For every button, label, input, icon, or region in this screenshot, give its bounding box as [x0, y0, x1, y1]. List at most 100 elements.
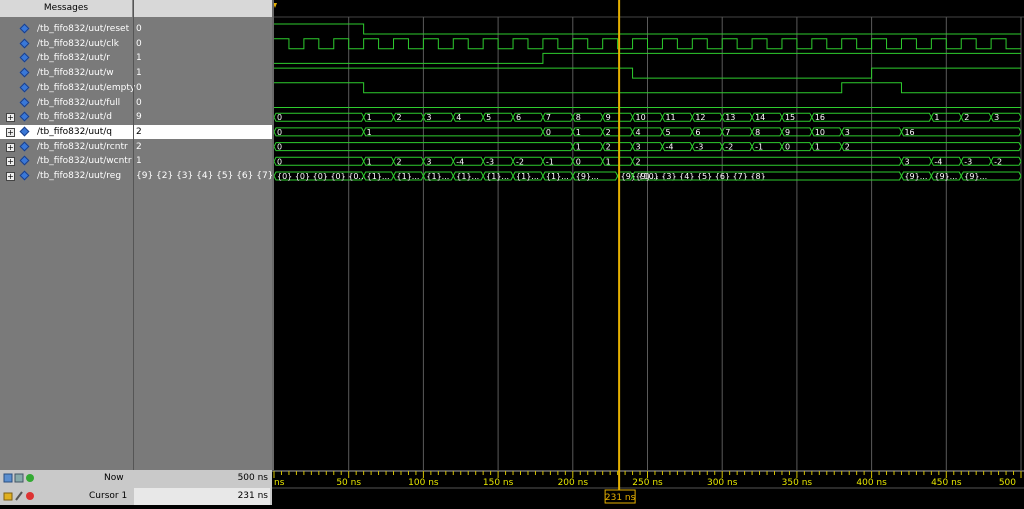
signal-diamond-icon — [19, 52, 30, 63]
bus-value: 1 — [576, 143, 581, 152]
bus-value: 1 — [576, 128, 581, 137]
cursor-row: Cursor 1 — [0, 488, 133, 505]
bus-segment — [273, 127, 365, 137]
footer-panel: Now 500 ns Cursor 1 231 ns — [0, 470, 272, 505]
bus-value: 10 — [636, 113, 646, 122]
signal-value: 0 — [136, 82, 142, 93]
bus-value: {1}... — [367, 172, 390, 181]
bus-segment — [363, 127, 544, 137]
signal-name: /tb_fifo832/uut/empty — [37, 82, 136, 93]
messages-header[interactable]: Messages — [0, 0, 133, 17]
signal-value: 9 — [136, 112, 142, 123]
bus-value: {0} {0} {0} {0} {0... — [277, 172, 366, 181]
bus-value: 9 — [785, 128, 790, 137]
signal-row[interactable]: /tb_fifo832/uut/clk 0 — [0, 37, 272, 51]
pane-divider[interactable] — [133, 0, 134, 505]
bus-value: 2 — [636, 157, 641, 166]
bus-segment — [273, 156, 365, 166]
signal-diamond-icon — [19, 67, 30, 78]
expand-icon[interactable]: + — [6, 142, 15, 152]
ruler-label: 400 ns — [856, 478, 887, 488]
signal-row[interactable]: + /tb_fifo832/uut/q 2 — [0, 124, 272, 139]
bus-value: -2 — [516, 157, 524, 166]
wave-header — [272, 0, 1024, 17]
bus-value: 1 — [934, 113, 939, 122]
signal-row[interactable]: + /tb_fifo832/uut/wcntr 1 — [0, 154, 272, 168]
expand-icon[interactable]: + — [6, 127, 15, 137]
signal-value: {9} {2} {3} {4} {5} {6} {7} {8} — [136, 171, 294, 181]
bus-value: 1 — [815, 143, 820, 152]
timeline-ruler[interactable]: ns 50 ns 100 ns 150 ns 200 ns 250 ns 300 ns 350… — [272, 470, 1024, 505]
bus-value: -3 — [695, 143, 703, 152]
signal-value: 1 — [136, 156, 142, 167]
bus-value: 10 — [815, 128, 825, 137]
bus-value: -4 — [665, 143, 673, 152]
ruler-label: ns — [274, 478, 285, 488]
signal-value: 0 — [136, 38, 142, 49]
cursor-value: 231 ns — [134, 488, 270, 505]
bus-value: 0 — [277, 128, 282, 137]
now-label: Now — [104, 473, 124, 483]
lock-icon — [3, 492, 13, 501]
bus-value: 11 — [665, 113, 675, 122]
bus-value: 0 — [785, 143, 790, 152]
cursor-badge-label: 231 ns — [605, 493, 636, 503]
bus-value: 0 — [277, 157, 282, 166]
bus-value: 2 — [606, 128, 611, 137]
signal-row[interactable]: + /tb_fifo832/uut/reg {9} {2} {3} {4} {5} … — [0, 169, 293, 183]
ruler-label: 300 ns — [707, 478, 738, 488]
bus-value: 2 — [845, 143, 850, 152]
bus-value: {9}... — [964, 172, 987, 181]
bus-value: 14 — [755, 113, 765, 122]
bus-value: 1 — [367, 113, 372, 122]
bus-value: {1}... — [486, 172, 509, 181]
expand-icon[interactable]: + — [6, 157, 15, 167]
bus-value: 8 — [576, 113, 581, 122]
signal-row[interactable]: /tb_fifo832/uut/reset 0 — [0, 22, 272, 36]
waveform-pane[interactable]: 0 1 2 3 4 5 6 7 8 9 10 11 12 13 14 15 16 1 2 30 1 0 1 2 4 5 6 7 8 9 10… — [272, 0, 1024, 470]
signal-row[interactable]: + /tb_fifo832/uut/d 9 — [0, 110, 272, 124]
cursor-label: Cursor 1 — [89, 491, 128, 501]
bus-value: 15 — [785, 113, 795, 122]
bus-value: 2 — [397, 113, 402, 122]
signal-name: /tb_fifo832/uut/wcntr — [37, 156, 132, 167]
grid-icon — [14, 473, 24, 483]
signal-row[interactable]: /tb_fifo832/uut/empty 0 — [0, 81, 272, 95]
bus-value: {1}... — [397, 172, 420, 181]
signal-row[interactable]: + /tb_fifo832/uut/rcntr 2 — [0, 140, 272, 154]
expand-icon[interactable]: + — [6, 113, 15, 123]
cursor-icons[interactable] — [3, 490, 37, 509]
signal-row[interactable]: /tb_fifo832/uut/full 0 — [0, 96, 272, 110]
bus-value: 1 — [606, 157, 611, 166]
ruler-label: 50 ns — [336, 478, 361, 488]
expand-icon[interactable]: + — [6, 172, 15, 181]
bus-value: -3 — [486, 157, 494, 166]
bus-value: {1}... — [426, 172, 449, 181]
bus-value: -4 — [934, 157, 942, 166]
signal-diamond-icon — [19, 126, 30, 137]
bus-value: -1 — [755, 143, 763, 152]
bus-value: -3 — [964, 157, 972, 166]
bus-value: 3 — [426, 157, 431, 166]
bus-value: 8 — [755, 128, 760, 137]
bus-value: 3 — [845, 128, 850, 137]
signal-value: 0 — [136, 24, 142, 34]
signal-diamond-icon — [19, 170, 30, 181]
ruler-label: 350 ns — [782, 478, 813, 488]
signal-row[interactable]: /tb_fifo832/uut/w 1 — [0, 66, 272, 80]
signal-row[interactable]: /tb_fifo832/uut/r 1 — [0, 51, 272, 65]
bus-value: 0 — [277, 113, 282, 122]
bus-value: 2 — [964, 113, 969, 122]
bus-value: 0 — [546, 128, 551, 137]
bus-value: 3 — [904, 157, 909, 166]
bus-segment — [273, 112, 365, 122]
bus-value: 3 — [994, 113, 999, 122]
ruler-label: 100 ns — [408, 478, 439, 488]
wave-divider[interactable] — [272, 0, 274, 505]
bus-value: {9}... — [576, 172, 599, 181]
signal-wave — [274, 38, 1021, 50]
signal-value: 2 — [136, 126, 142, 137]
signal-name: /tb_fifo832/uut/full — [37, 97, 121, 108]
bus-value: 0 — [277, 143, 282, 152]
bus-value: 9 — [606, 113, 611, 122]
